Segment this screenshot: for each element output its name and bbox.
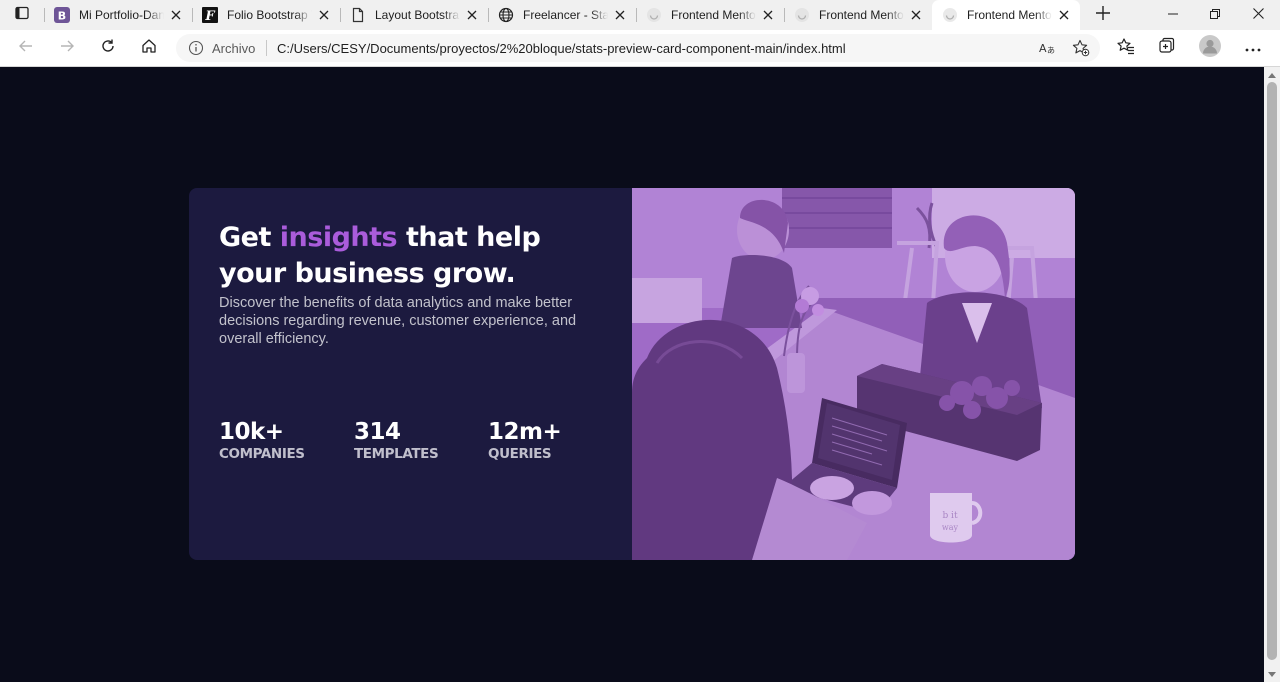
close-tab-icon[interactable]	[464, 7, 480, 23]
navigation-bar: Archivo C:/Users/CESY/Documents/proyecto…	[0, 30, 1280, 67]
stat-templates: 314 TEMPLATES	[354, 419, 439, 462]
tab-title: Mi Portfolio-Daniel	[79, 8, 164, 22]
minimize-button[interactable]	[1152, 0, 1194, 30]
page-viewport: Get insights that help your business gro…	[0, 67, 1264, 682]
security-label: Archivo	[212, 41, 256, 56]
card-text-content: Get insights that help your business gro…	[219, 220, 609, 348]
headline-start: Get	[219, 222, 280, 253]
card-headline: Get insights that help your business gro…	[219, 220, 609, 292]
stat-queries: 12m+ QUERIES	[488, 419, 562, 462]
new-tab-button[interactable]	[1088, 0, 1118, 30]
close-tab-icon[interactable]	[908, 7, 924, 23]
restore-button[interactable]	[1194, 0, 1236, 30]
add-favorite-icon[interactable]	[1072, 39, 1090, 57]
card-hero-image: b it way	[632, 188, 1075, 560]
tab-3[interactable]: Freelancer - Start Bootstrap	[488, 0, 636, 30]
restore-icon	[1210, 6, 1220, 24]
home-button[interactable]	[131, 30, 167, 66]
home-icon	[141, 38, 157, 59]
collections-button[interactable]	[1149, 30, 1185, 66]
tab-actions-icon	[14, 5, 30, 26]
svg-text:F: F	[204, 9, 215, 23]
more-dots-icon	[1245, 39, 1261, 57]
info-icon[interactable]	[188, 40, 204, 56]
profile-button[interactable]	[1192, 30, 1228, 66]
stat-label: COMPANIES	[219, 446, 305, 462]
folio-f-icon: F	[202, 7, 218, 23]
address-bar[interactable]: Archivo C:/Users/CESY/Documents/proyecto…	[176, 34, 1100, 62]
refresh-button[interactable]	[90, 30, 126, 66]
stat-label: TEMPLATES	[354, 446, 439, 462]
tab-separator	[340, 8, 341, 22]
address-divider	[266, 40, 267, 56]
plus-icon	[1096, 5, 1110, 25]
scroll-down-arrow-icon[interactable]	[1268, 672, 1276, 677]
tab-actions-button[interactable]	[0, 0, 44, 30]
tab-title: Freelancer - Start Bootstrap	[523, 8, 608, 22]
scroll-up-arrow-icon[interactable]	[1268, 73, 1276, 78]
stat-value: 314	[354, 419, 401, 445]
tab-title: Layout Bootstrap	[375, 8, 460, 22]
tab-separator	[488, 8, 489, 22]
refresh-icon	[100, 38, 116, 59]
close-tab-icon[interactable]	[168, 7, 184, 23]
tab-1[interactable]: F Folio Bootstrap Template	[192, 0, 340, 30]
stats-row: 10k+ COMPANIES 314 TEMPLATES 12m+ QUERIE…	[219, 419, 619, 469]
tab-4[interactable]: Frontend Mentor	[636, 0, 784, 30]
tab-separator	[784, 8, 785, 22]
tab-6-active[interactable]: Frontend Mentor	[932, 0, 1080, 30]
loading-spinner-icon	[942, 7, 958, 23]
card-description: Discover the benefits of data analytics …	[219, 295, 577, 347]
settings-more-button[interactable]	[1235, 30, 1271, 66]
tab-title: Frontend Mentor	[671, 8, 756, 22]
loading-spinner-icon	[794, 7, 810, 23]
loading-spinner-icon	[646, 7, 662, 23]
back-button[interactable]	[8, 30, 44, 66]
read-aloud-icon[interactable]: Aあ	[1038, 39, 1056, 57]
favorites-star-icon	[1117, 37, 1135, 60]
favorites-button[interactable]	[1108, 30, 1144, 66]
globe-icon	[498, 7, 514, 23]
tab-0[interactable]: B Mi Portfolio-Daniel	[44, 0, 192, 30]
headline-accent: insights	[279, 222, 398, 253]
stat-label: QUERIES	[488, 446, 552, 462]
close-tab-icon[interactable]	[316, 7, 332, 23]
arrow-right-icon	[59, 38, 75, 59]
arrow-left-icon	[18, 38, 34, 59]
vertical-scrollbar[interactable]	[1264, 67, 1280, 682]
close-tab-icon[interactable]	[760, 7, 776, 23]
collections-icon	[1158, 37, 1176, 60]
svg-text:A: A	[1039, 42, 1047, 55]
stat-value: 12m+	[488, 419, 562, 445]
url-text[interactable]: C:/Users/CESY/Documents/proyectos/2%20bl…	[277, 41, 846, 56]
stats-preview-card: Get insights that help your business gro…	[189, 188, 1075, 560]
document-icon	[350, 7, 366, 23]
tab-title: Frontend Mentor	[967, 8, 1052, 22]
close-tab-icon[interactable]	[612, 7, 628, 23]
svg-text:B: B	[58, 10, 66, 23]
scrollbar-thumb[interactable]	[1267, 82, 1277, 660]
tab-strip: B Mi Portfolio-Daniel F Folio Bootstrap …	[0, 0, 1280, 30]
svg-text:あ: あ	[1047, 46, 1055, 55]
bootstrap-b-icon: B	[54, 7, 70, 23]
minimize-icon	[1168, 6, 1178, 24]
tab-2[interactable]: Layout Bootstrap	[340, 0, 488, 30]
close-icon	[1252, 6, 1264, 24]
stat-companies: 10k+ COMPANIES	[219, 419, 305, 462]
stat-value: 10k+	[219, 419, 284, 445]
close-tab-icon[interactable]	[1056, 7, 1072, 23]
close-window-button[interactable]	[1237, 0, 1279, 30]
tab-title: Frontend Mentor	[819, 8, 904, 22]
forward-button[interactable]	[49, 30, 85, 66]
tab-separator	[192, 8, 193, 22]
tab-separator	[44, 8, 45, 22]
tab-title: Folio Bootstrap Template	[227, 8, 312, 22]
tab-separator	[636, 8, 637, 22]
avatar-icon	[1199, 34, 1221, 62]
tab-5[interactable]: Frontend Mentor	[784, 0, 932, 30]
